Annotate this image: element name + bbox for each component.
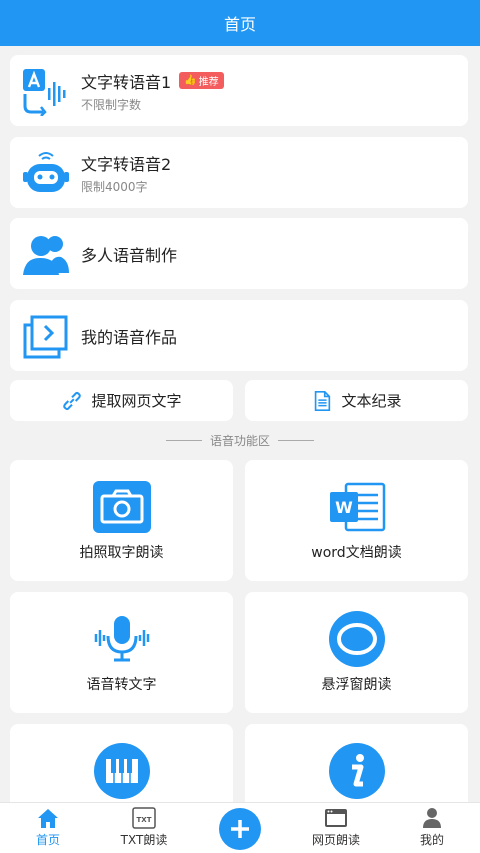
card-subtitle: 限制4000字 [81, 179, 148, 194]
badge-label: 推荐 [198, 77, 219, 88]
thumbs-up-icon: 👍 [184, 75, 197, 86]
info-icon [245, 742, 468, 800]
text-to-speech-1-card[interactable]: 文字转语音1 👍 推荐 不限制字数 [10, 55, 468, 126]
tab-txt-read[interactable]: TXT TXT朗读 [96, 803, 192, 853]
home-icon [36, 807, 60, 829]
tab-web-read[interactable]: 网页朗读 [288, 803, 384, 853]
microphone-icon [10, 610, 233, 668]
my-works-card[interactable]: 我的语音作品 [10, 300, 468, 371]
word-document-icon: W [245, 478, 468, 536]
tile-label: 悬浮窗朗读 [321, 677, 392, 693]
tab-mine[interactable]: 我的 [384, 803, 480, 853]
text-to-speech-2-card[interactable]: 文字转语音2 限制4000字 [10, 137, 468, 208]
card-subtitle: 不限制字数 [81, 97, 142, 112]
photo-read-tile[interactable]: 拍照取字朗读 [10, 460, 233, 581]
multi-voice-card[interactable]: 多人语音制作 [10, 218, 468, 289]
section-title: 语音功能区 [0, 431, 480, 449]
piano-icon [10, 742, 233, 800]
floating-circle-icon [245, 610, 468, 668]
speech-to-text-tile[interactable]: 语音转文字 [10, 592, 233, 713]
browser-icon [324, 807, 348, 829]
tab-home[interactable]: 首页 [0, 803, 96, 853]
card-title: 多人语音制作 [81, 245, 178, 265]
tile-label: 拍照取字朗读 [79, 545, 164, 561]
camera-icon [10, 478, 233, 536]
floating-window-tile[interactable]: 悬浮窗朗读 [245, 592, 468, 713]
tile-label: 语音转文字 [86, 677, 157, 693]
extract-web-text-button[interactable]: 提取网页文字 [10, 380, 233, 421]
extract-web-text-label: 提取网页文字 [91, 392, 182, 410]
add-button[interactable] [219, 808, 261, 850]
text-records-label: 文本纪录 [341, 392, 402, 410]
section-title-text: 语音功能区 [209, 433, 270, 448]
document-icon [315, 390, 331, 411]
card-title: 文字转语音1 [81, 72, 172, 92]
tab-label: TXT朗读 [120, 833, 168, 847]
txt-file-icon: TXT [132, 807, 156, 829]
card-title: 文字转语音2 [81, 154, 172, 174]
people-icon [21, 229, 71, 279]
robot-icon [21, 148, 71, 198]
app-header: 首页 [0, 0, 480, 46]
tab-label: 首页 [35, 833, 60, 847]
text-records-button[interactable]: 文本纪录 [245, 380, 468, 421]
svg-text:TXT: TXT [137, 816, 152, 824]
page-title: 首页 [223, 15, 256, 34]
plus-icon [231, 820, 249, 838]
text-to-speech-icon [21, 66, 71, 116]
tile-label: word文档朗读 [311, 545, 402, 561]
recommend-badge: 👍 推荐 [179, 72, 224, 89]
person-icon [420, 807, 444, 829]
word-read-tile[interactable]: W word文档朗读 [245, 460, 468, 581]
link-icon [63, 391, 82, 410]
works-folder-icon [21, 311, 71, 361]
svg-text:W: W [335, 498, 353, 517]
tab-label: 网页朗读 [311, 833, 360, 847]
tab-label: 我的 [419, 833, 444, 847]
card-title: 我的语音作品 [81, 327, 178, 347]
